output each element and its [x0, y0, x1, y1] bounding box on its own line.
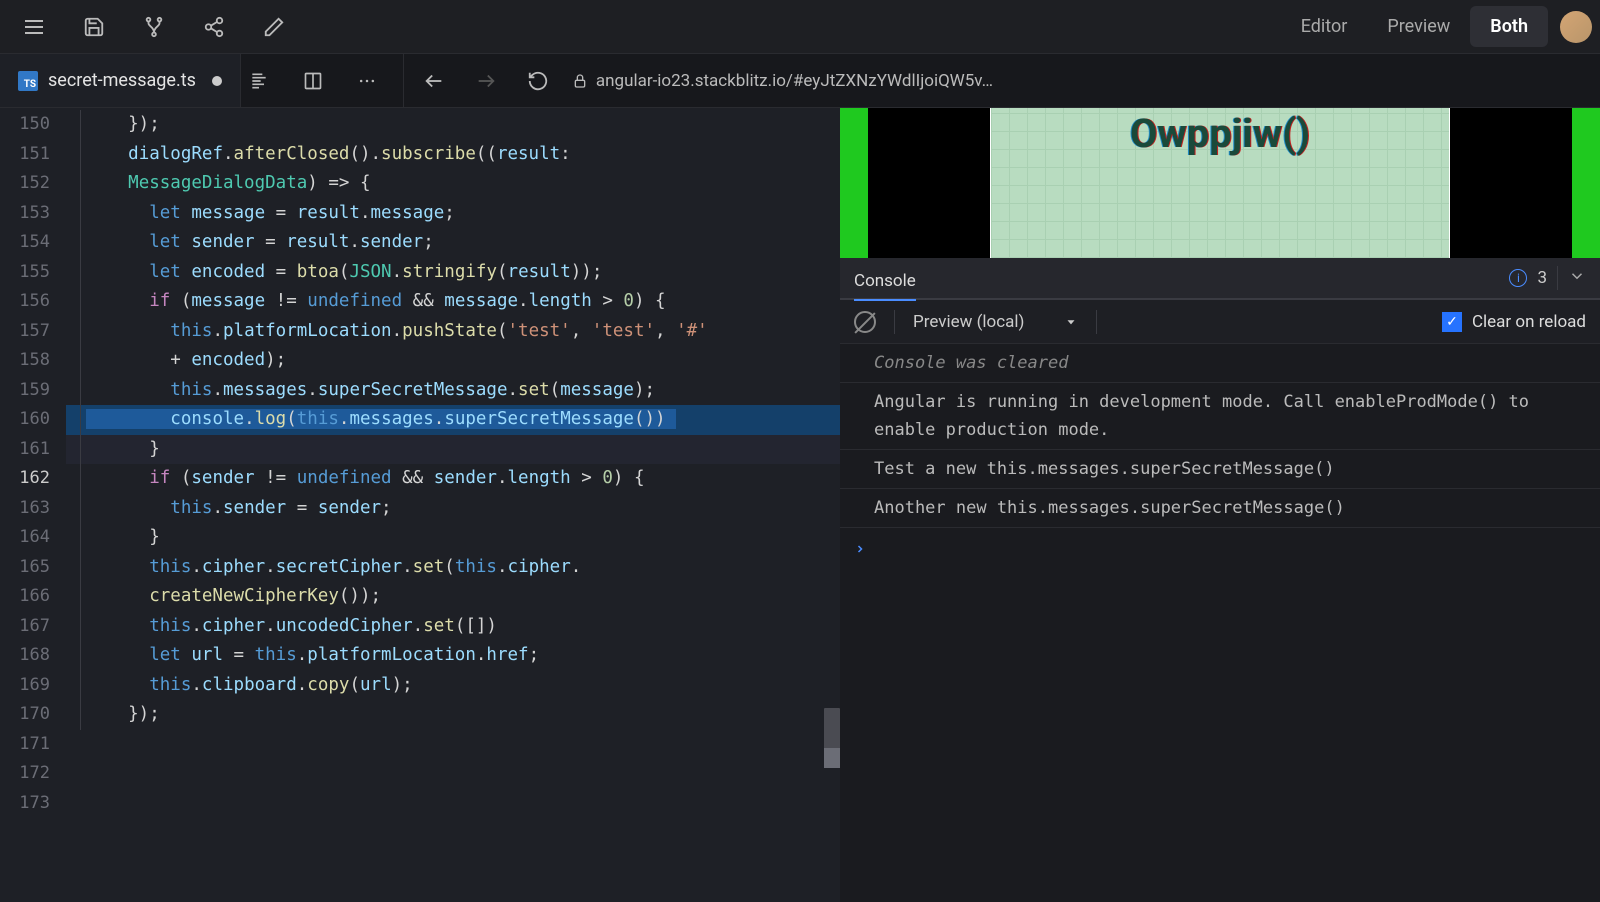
- console-message: Another new this.messages.superSecretMes…: [840, 489, 1600, 528]
- preview-bg-right: [1572, 108, 1600, 258]
- url-text: angular-io23.stackblitz.io/#eyJtZXNzYWdl…: [596, 71, 993, 91]
- code-line[interactable]: createNewCipherKey());: [66, 582, 840, 612]
- view-preview-button[interactable]: Preview: [1367, 6, 1470, 47]
- code-line[interactable]: console.log(this.messages.superSecretMes…: [66, 405, 840, 435]
- console-prompt[interactable]: [840, 528, 1600, 572]
- chevron-down-icon[interactable]: [1568, 267, 1586, 289]
- code-line[interactable]: let message = result.message;: [66, 199, 840, 229]
- code-line[interactable]: this.platformLocation.pushState('test', …: [66, 317, 840, 347]
- forward-icon[interactable]: [468, 63, 504, 99]
- dropdown-icon: [1064, 315, 1078, 329]
- code-line[interactable]: this.messages.superSecretMessage.set(mes…: [66, 376, 840, 406]
- console-message: Console was cleared: [840, 344, 1600, 383]
- console-body[interactable]: Console was clearedAngular is running in…: [840, 344, 1600, 902]
- menu-icon[interactable]: [16, 9, 52, 45]
- scrollbar-thumb[interactable]: [824, 708, 840, 752]
- code-area[interactable]: }); dialogRef.afterClosed().subscribe((r…: [66, 108, 840, 902]
- clear-on-reload-checkbox[interactable]: ✓: [1442, 312, 1462, 332]
- code-line[interactable]: + encoded);: [66, 346, 840, 376]
- code-line[interactable]: if (sender != undefined && sender.length…: [66, 464, 840, 494]
- share-icon[interactable]: [196, 9, 232, 45]
- console-message: Test a new this.messages.superSecretMess…: [840, 450, 1600, 489]
- code-line[interactable]: this.sender = sender;: [66, 494, 840, 524]
- console-scope-select[interactable]: Preview (local): [913, 312, 1078, 332]
- code-line[interactable]: this.cipher.secretCipher.set(this.cipher…: [66, 553, 840, 583]
- save-icon[interactable]: [76, 9, 112, 45]
- code-line[interactable]: let encoded = btoa(JSON.stringify(result…: [66, 258, 840, 288]
- preview-bg-left: [840, 108, 868, 258]
- editor-pane[interactable]: 1501511521531541551561571581591601611621…: [0, 108, 840, 902]
- more-icon[interactable]: [349, 63, 385, 99]
- tab-bar: TS secret-message.ts angular-io23.stackb…: [0, 54, 1600, 108]
- code-line[interactable]: }: [66, 435, 840, 465]
- split-handle[interactable]: [824, 748, 840, 768]
- code-line[interactable]: dialogRef.afterClosed().subscribe((resul…: [66, 140, 840, 170]
- reload-icon[interactable]: [520, 63, 556, 99]
- console-tab[interactable]: Console: [854, 271, 916, 301]
- code-line[interactable]: });: [66, 110, 840, 140]
- code-line[interactable]: if (message != undefined && message.leng…: [66, 287, 840, 317]
- tab-filename: secret-message.ts: [48, 70, 196, 91]
- preview-card: Owppjiw(): [990, 108, 1450, 258]
- avatar[interactable]: [1560, 11, 1592, 43]
- edit-icon[interactable]: [256, 9, 292, 45]
- split-icon[interactable]: [295, 63, 331, 99]
- typescript-icon: TS: [18, 71, 38, 91]
- top-toolbar: Editor Preview Both: [0, 0, 1600, 54]
- console-count: 3: [1537, 268, 1547, 288]
- console-scope-label: Preview (local): [913, 312, 1024, 332]
- lock-icon: [572, 73, 588, 89]
- code-line[interactable]: let url = this.platformLocation.href;: [66, 641, 840, 671]
- url-bar[interactable]: angular-io23.stackblitz.io/#eyJtZXNzYWdl…: [572, 71, 1588, 91]
- console-filter-bar: Preview (local) ✓ Clear on reload: [840, 300, 1600, 344]
- preview-viewport[interactable]: Owppjiw(): [840, 108, 1600, 258]
- preview-text: Owppjiw(): [1130, 110, 1310, 157]
- code-line[interactable]: this.clipboard.copy(url);: [66, 671, 840, 701]
- preview-pane: Owppjiw() Console i 3 Preview (local): [840, 108, 1600, 902]
- view-editor-button[interactable]: Editor: [1281, 6, 1368, 47]
- code-line[interactable]: });: [66, 700, 840, 730]
- code-line[interactable]: this.cipher.uncodedCipher.set([]): [66, 612, 840, 642]
- line-gutter: 1501511521531541551561571581591601611621…: [0, 108, 66, 902]
- back-icon[interactable]: [416, 63, 452, 99]
- code-line[interactable]: let sender = result.sender;: [66, 228, 840, 258]
- console-header: Console i 3: [840, 258, 1600, 300]
- format-icon[interactable]: [241, 63, 277, 99]
- info-icon: i: [1509, 269, 1527, 287]
- file-tab[interactable]: TS secret-message.ts: [0, 54, 241, 107]
- clear-on-reload-label: Clear on reload: [1472, 312, 1586, 332]
- tab-dirty-indicator: [212, 76, 222, 86]
- view-both-button[interactable]: Both: [1470, 6, 1548, 47]
- code-line[interactable]: MessageDialogData) => {: [66, 169, 840, 199]
- clear-console-icon[interactable]: [854, 311, 876, 333]
- fork-icon[interactable]: [136, 9, 172, 45]
- code-line[interactable]: }: [66, 523, 840, 553]
- console-message: Angular is running in development mode. …: [840, 383, 1600, 450]
